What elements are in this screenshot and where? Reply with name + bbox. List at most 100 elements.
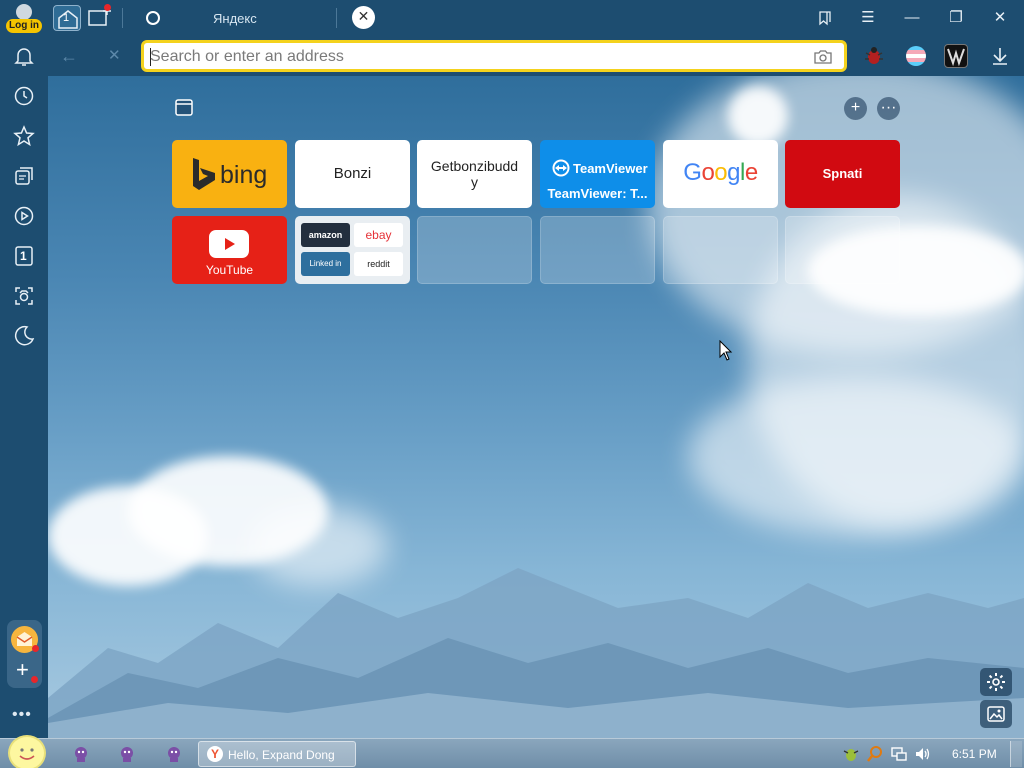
game-logo-icon — [947, 48, 965, 67]
restore-button[interactable]: ❐ — [943, 6, 969, 30]
tray-network-icon[interactable] — [890, 745, 908, 763]
bonzi-icon — [121, 747, 133, 762]
layout-toggle-button[interactable] — [173, 97, 195, 119]
sidebar-app-mail[interactable] — [11, 626, 39, 653]
sidebar-more-button[interactable]: ••• — [12, 706, 32, 724]
download-icon — [993, 48, 1007, 65]
taskbar: Y Hello, Expand Dong 6:51 PM — [0, 735, 1024, 768]
ebay-logo-text: ebay — [365, 228, 392, 242]
extension-flag-button[interactable] — [904, 44, 928, 68]
minimize-button[interactable]: — — [899, 6, 925, 30]
star-icon — [13, 125, 35, 147]
sidebar-item-history[interactable] — [12, 84, 36, 108]
folder-item-amazon: amazon — [301, 223, 350, 247]
speed-dial-empty-slot[interactable] — [663, 216, 778, 284]
speed-dial-more-button[interactable]: ··· — [877, 97, 900, 120]
speed-dial-bonzi[interactable]: Bonzi — [295, 140, 410, 208]
sidebar: 1 + ••• — [0, 36, 48, 738]
sidebar-item-collections[interactable] — [12, 164, 36, 188]
moon-icon — [14, 325, 35, 346]
title-bar: Log in 1 Яндекс ✕ ☰ — ❐ ✕ — [0, 0, 1024, 36]
bing-logo-icon — [193, 158, 215, 190]
user-avatar-icon — [16, 4, 32, 20]
show-desktop-button[interactable] — [1010, 741, 1022, 767]
tray-volume-icon[interactable] — [914, 745, 932, 763]
downloads-button[interactable] — [988, 44, 1012, 68]
page-settings-button[interactable] — [980, 668, 1012, 696]
taskbar-item-label: Hello, Expand Dong — [228, 748, 335, 762]
notification-dot — [32, 645, 39, 652]
teamviewer-logo-text: TeamViewer — [573, 161, 648, 176]
add-site-button[interactable]: + — [844, 97, 867, 120]
youtube-logo-icon — [209, 230, 249, 258]
quicklaunch-bonzi-1[interactable] — [72, 745, 90, 763]
tab-close-button[interactable]: ✕ — [352, 6, 375, 29]
alice-icon — [146, 11, 160, 25]
folder-item-linkedin: Linked in — [301, 252, 350, 276]
sidebar-add-app-button[interactable]: + — [11, 657, 38, 684]
sidebar-item-screenshot[interactable] — [12, 284, 36, 308]
teamviewer-logo-icon — [552, 159, 570, 177]
back-button[interactable]: ← — [60, 46, 82, 66]
sidebar-item-bookmarks[interactable] — [12, 124, 36, 148]
collections-icon — [15, 167, 33, 185]
arrow-left-icon: ← — [60, 46, 78, 66]
image-icon — [987, 706, 1005, 722]
extension-bug-button[interactable] — [862, 44, 886, 68]
bell-icon — [14, 48, 34, 66]
tab-group-home-button[interactable]: 1 — [53, 5, 81, 31]
speed-dial-youtube[interactable]: YouTube — [172, 216, 287, 284]
speed-dial-label: Spnati — [822, 166, 863, 181]
speed-dial-empty-slot[interactable] — [417, 216, 532, 284]
stop-button[interactable]: ✕ — [108, 46, 126, 66]
speed-dial-google[interactable]: Google — [663, 140, 778, 208]
hamburger-icon: ☰ — [861, 9, 875, 26]
mouse-pointer-icon — [719, 340, 733, 361]
mountains-illustration — [48, 568, 1024, 738]
start-button[interactable] — [8, 735, 46, 768]
close-window-button[interactable]: ✕ — [987, 6, 1013, 30]
speed-dial-bing[interactable]: bing — [172, 140, 287, 208]
close-icon: ✕ — [993, 9, 1007, 26]
taskbar-clock[interactable]: 6:51 PM — [952, 747, 997, 761]
tab-yandex[interactable]: Яндекс — [140, 4, 336, 32]
address-bar[interactable] — [141, 40, 847, 72]
new-tab-group-button[interactable] — [88, 4, 114, 30]
sidebar-item-dark-mode[interactable] — [12, 324, 36, 348]
taskbar-item-browser[interactable]: Y Hello, Expand Dong — [198, 741, 356, 767]
bonzi-icon — [75, 747, 87, 762]
speed-dial-empty-slot[interactable] — [785, 216, 900, 284]
address-input[interactable] — [150, 45, 790, 69]
bookmarks-panel-button[interactable] — [812, 6, 838, 30]
close-icon: ✕ — [357, 8, 370, 24]
sidebar-item-media[interactable] — [12, 204, 36, 228]
quicklaunch-bonzi-3[interactable] — [165, 745, 183, 763]
speed-dial-spnati[interactable]: Spnati — [785, 140, 900, 208]
login-button[interactable]: Log in — [6, 2, 42, 34]
speed-dial-empty-slot[interactable] — [540, 216, 655, 284]
speed-dial-label: YouTube — [205, 263, 254, 277]
camera-icon — [15, 287, 33, 305]
login-label: Log in — [6, 19, 42, 33]
sidebar-item-tabs[interactable]: 1 — [12, 244, 36, 268]
minimize-icon: — — [904, 9, 920, 26]
notification-dot — [31, 676, 38, 683]
tray-bug-icon[interactable] — [842, 745, 860, 763]
camera-search-icon[interactable] — [814, 49, 832, 65]
speed-dial-teamviewer[interactable]: TeamViewer TeamViewer: T... — [540, 140, 655, 208]
extension-game-button[interactable] — [944, 44, 968, 68]
speed-dial-shops-folder[interactable]: amazon ebay Linked in reddit — [295, 216, 410, 284]
plus-icon: + — [16, 657, 29, 682]
speed-dial-label: Getbonzibudd y — [430, 158, 519, 190]
sidebar-item-notifications[interactable] — [12, 44, 36, 68]
tray-search-icon[interactable] — [866, 745, 884, 763]
menu-button[interactable]: ☰ — [855, 6, 881, 30]
close-icon: ✕ — [108, 47, 121, 64]
change-background-button[interactable] — [980, 700, 1012, 728]
notification-dot — [104, 4, 111, 11]
speed-dial-getbonzibuddy[interactable]: Getbonzibudd y — [417, 140, 532, 208]
yandex-browser-icon: Y — [207, 746, 223, 762]
folder-item-reddit: reddit — [354, 252, 403, 276]
quicklaunch-bonzi-2[interactable] — [118, 745, 136, 763]
tab-title: Яндекс — [213, 11, 257, 26]
